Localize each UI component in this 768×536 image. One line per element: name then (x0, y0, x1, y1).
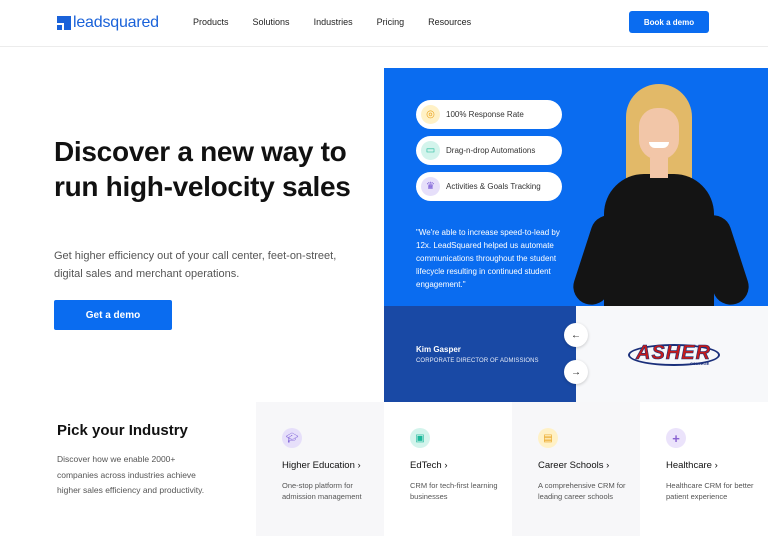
industry-description: Discover how we enable 2000+ companies a… (57, 454, 205, 495)
card-title: Career Schools › (538, 460, 610, 471)
hero-subtitle: Get higher efficiency out of your call c… (54, 250, 337, 280)
feature-pill-automations: ▭ Drag-n-drop Automations (416, 136, 562, 165)
book-demo-button[interactable]: Book a demo (629, 11, 709, 33)
site-header: leadsquared Products Solutions Industrie… (0, 0, 768, 47)
card-description: CRM for tech-first learning businesses (410, 481, 498, 501)
pill-label: 100% Response Rate (446, 110, 524, 119)
author-name: Kim Gasper (416, 345, 461, 354)
pill-label: Activities & Goals Tracking (446, 182, 541, 191)
logo[interactable]: leadsquared (57, 14, 159, 32)
nav-industries[interactable]: Industries (314, 17, 353, 27)
target-icon: ◎ (421, 105, 440, 124)
nav-resources[interactable]: Resources (428, 17, 471, 27)
logo-mark-icon (57, 16, 71, 30)
feature-pill-response-rate: ◎ 100% Response Rate (416, 100, 562, 129)
card-title: Higher Education › (282, 460, 361, 471)
get-demo-button[interactable]: Get a demo (54, 300, 172, 330)
testimonial-author: Kim Gasper CORPORATE DIRECTOR OF ADMISSI… (384, 306, 576, 402)
testimonial-quote: "We're able to increase speed-to-lead by… (416, 228, 560, 289)
logo-text: leadsquared (73, 14, 159, 31)
monitor-icon: ▣ (410, 428, 430, 448)
plus-icon: + (666, 428, 686, 448)
hero-title: Discover a new way to run high-velocity … (54, 136, 351, 202)
card-description: Healthcare CRM for better patient experi… (666, 481, 754, 501)
card-description: One-stop platform for admission manageme… (282, 481, 362, 501)
graduation-cap-icon: 🎓︎ (282, 428, 302, 448)
card-title: Healthcare › (666, 460, 718, 471)
trophy-icon: ♛ (421, 177, 440, 196)
testimonial-panel: ◎ 100% Response Rate ▭ Drag-n-drop Autom… (384, 68, 768, 306)
nav-products[interactable]: Products (193, 17, 229, 27)
industry-title: Pick your Industry (57, 422, 188, 439)
feature-pill-goals: ♛ Activities & Goals Tracking (416, 172, 562, 201)
industry-card-career-schools[interactable]: ▤ Career Schools › A comprehensive CRM f… (512, 402, 640, 536)
author-role: CORPORATE DIRECTOR OF ADMISSIONS (416, 358, 539, 364)
certificate-icon: ▤ (538, 428, 558, 448)
prev-arrow-icon[interactable]: ← (564, 323, 588, 347)
nav-pricing[interactable]: Pricing (377, 17, 405, 27)
industry-card-healthcare[interactable]: + Healthcare › Healthcare CRM for better… (640, 402, 768, 536)
pill-label: Drag-n-drop Automations (446, 146, 536, 155)
company-logo-area: ASHER COLLEGE (576, 306, 768, 402)
asher-college-logo: ASHER COLLEGE (628, 340, 720, 368)
testimonial-photo (568, 82, 768, 306)
nav-solutions[interactable]: Solutions (253, 17, 290, 27)
industry-card-edtech[interactable]: ▣ EdTech › CRM for tech-first learning b… (384, 402, 512, 536)
next-arrow-icon[interactable]: → (564, 360, 588, 384)
chat-icon: ▭ (421, 141, 440, 160)
industry-card-higher-education[interactable]: 🎓︎ Higher Education › One-stop platform … (256, 402, 384, 536)
card-description: A comprehensive CRM for leading career s… (538, 481, 626, 501)
main-nav: Products Solutions Industries Pricing Re… (193, 17, 495, 27)
card-title: EdTech › (410, 460, 448, 471)
